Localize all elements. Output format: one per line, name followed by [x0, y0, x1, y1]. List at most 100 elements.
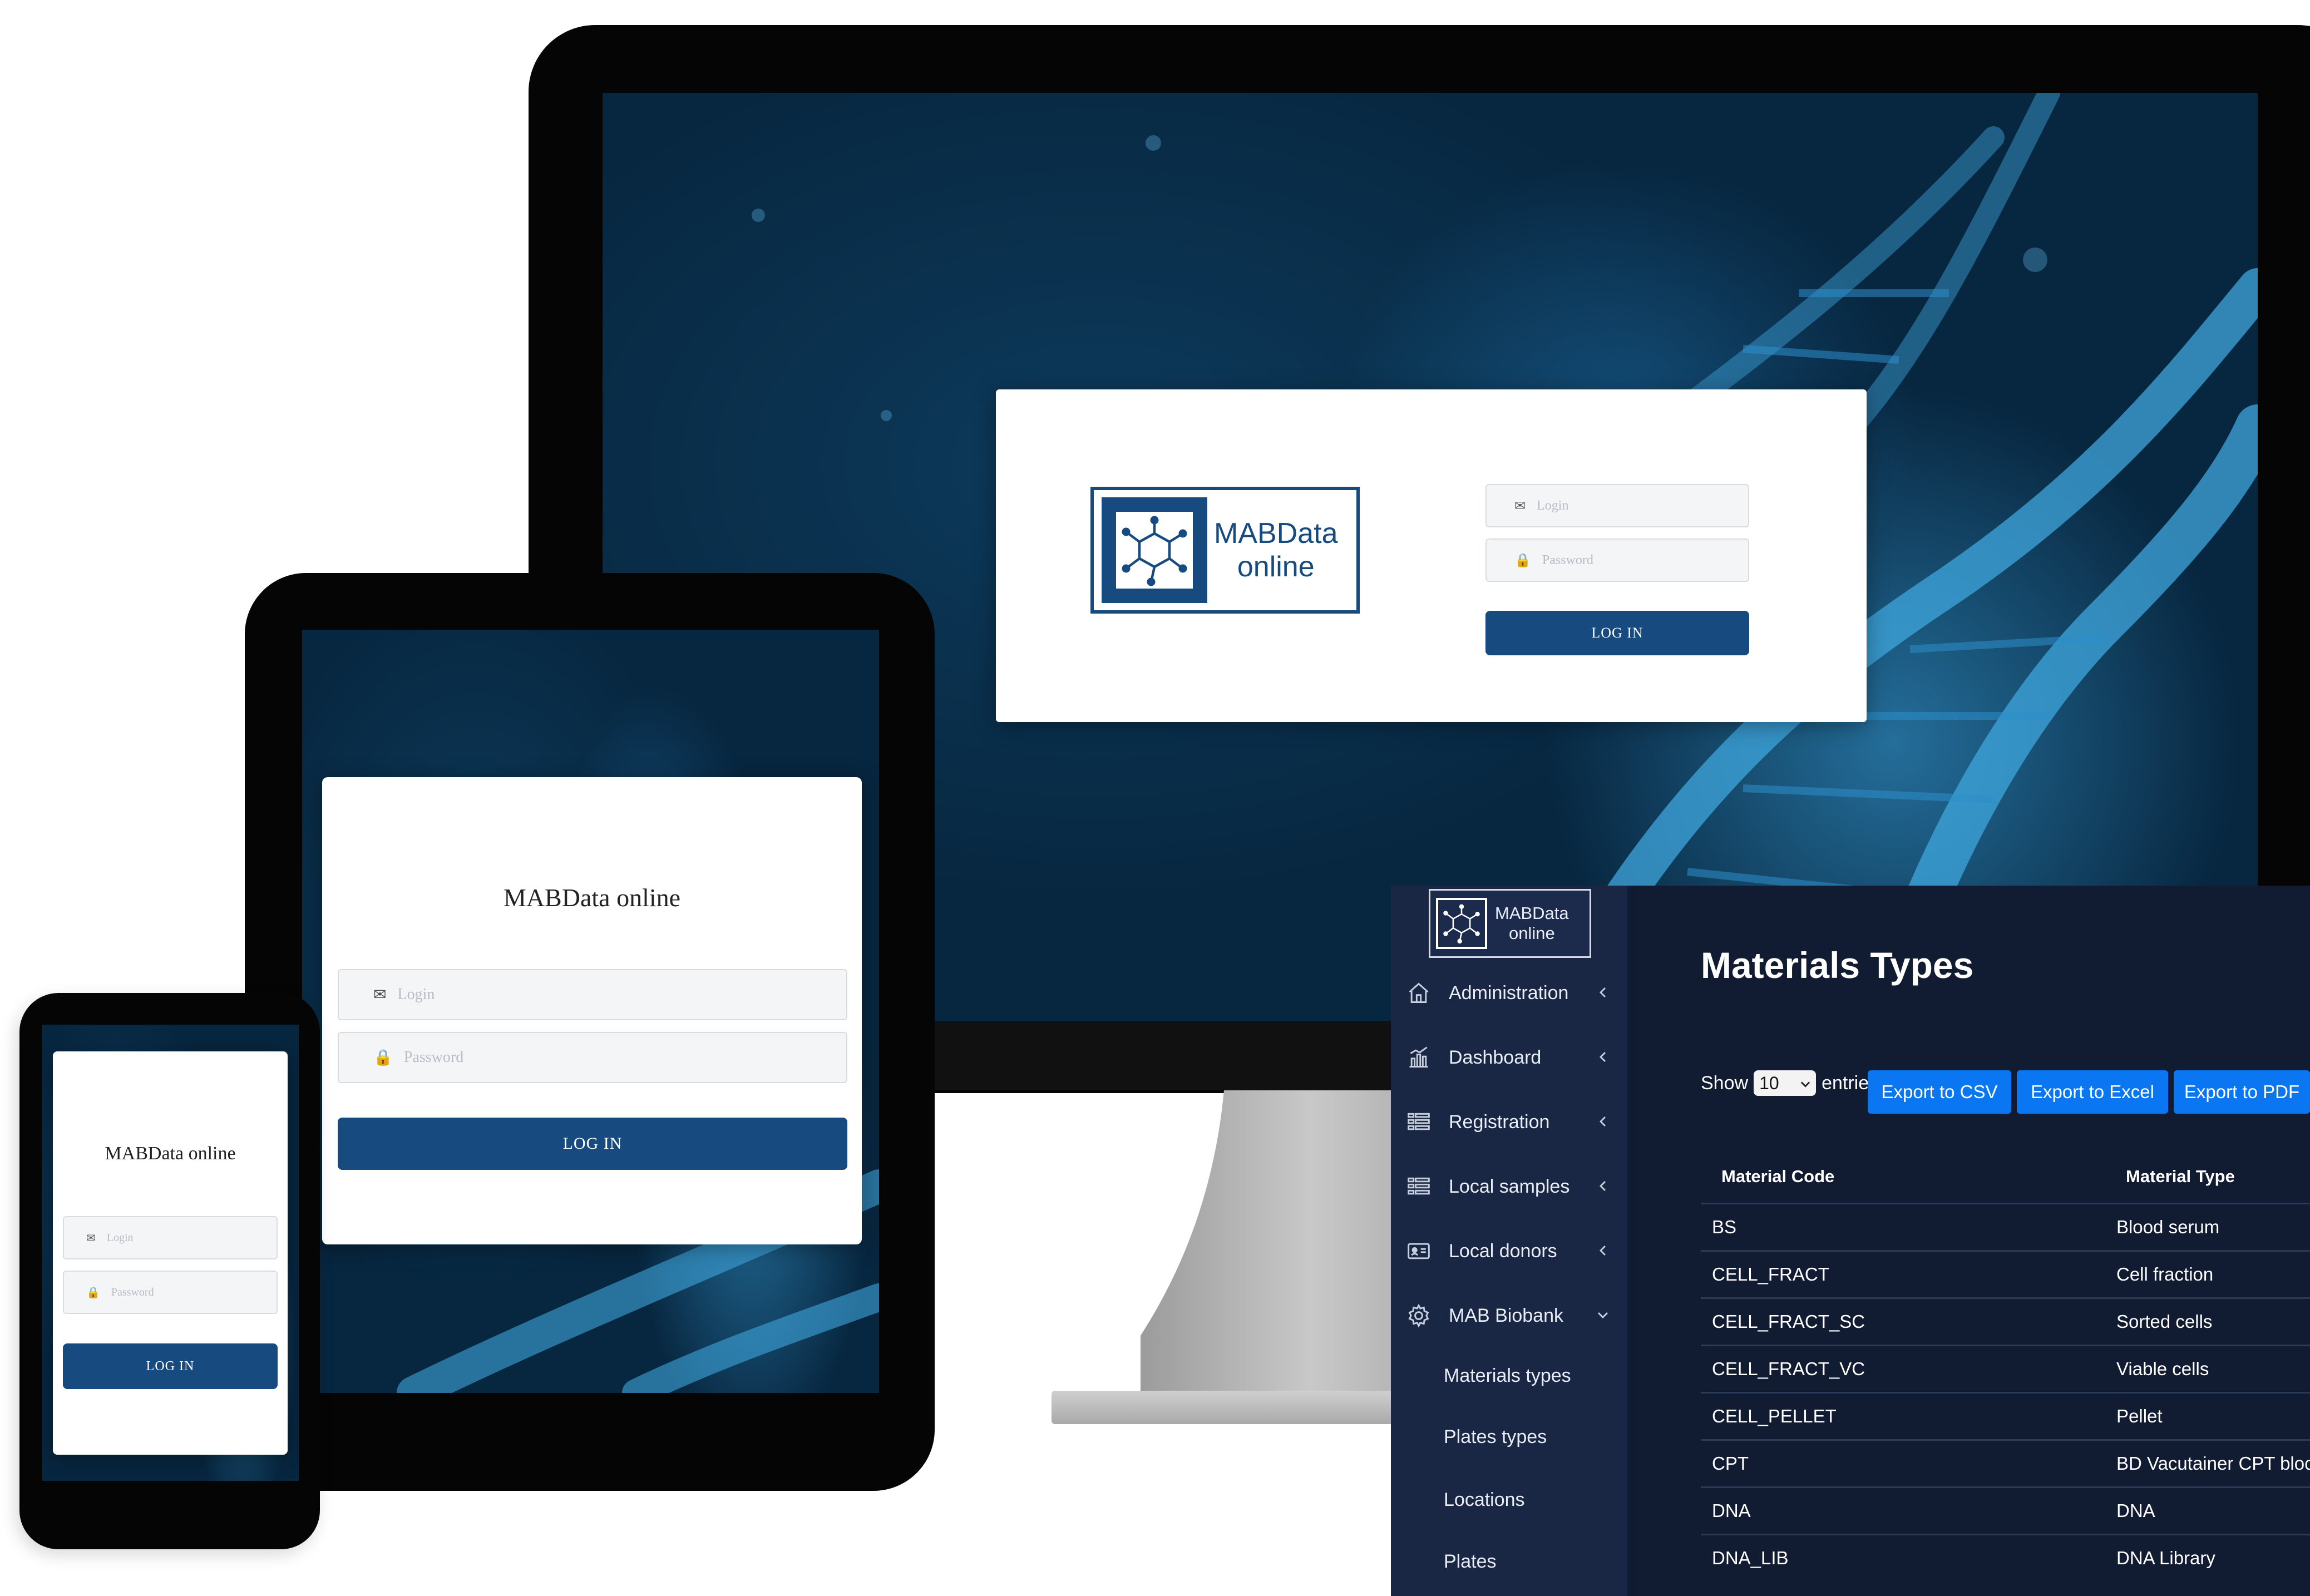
table-row[interactable]: DNA_LIB DNA Library: [1701, 1534, 2310, 1582]
tablet-password-input[interactable]: 🔒 Password: [338, 1032, 847, 1083]
cell-material-code: CELL_PELLET: [1712, 1406, 1837, 1426]
cell-material-type: Viable cells: [2116, 1358, 2209, 1379]
cell-material-type: Pellet: [2116, 1406, 2163, 1426]
cell-material-code: CELL_FRACT_VC: [1712, 1358, 1865, 1379]
envelope-icon: ✉: [86, 1232, 96, 1244]
cell-material-code: CELL_FRACT_SC: [1712, 1311, 1865, 1332]
sidebar-item-label: Administration: [1449, 982, 1569, 1004]
column-header-material-type[interactable]: Material Type: [2126, 1167, 2235, 1187]
sidebar-item-label: Registration: [1449, 1111, 1550, 1133]
chevron-down-icon: [1800, 1073, 1810, 1094]
network-icon: [1102, 497, 1207, 603]
cell-material-code: DNA: [1712, 1500, 1751, 1521]
bar-chart-icon: [1405, 1044, 1432, 1071]
network-icon: [1436, 898, 1487, 949]
entries-select-value: 10: [1759, 1073, 1779, 1093]
admin-panel: MABData online Administration Dashboard …: [1391, 886, 2310, 1596]
lock-icon: 🔒: [1514, 553, 1531, 568]
lock-icon: 🔒: [373, 1049, 393, 1066]
show-label: Show: [1701, 1072, 1749, 1094]
sidebar-item-label: MAB Biobank: [1449, 1305, 1563, 1326]
sidebar-subitem-materials-types[interactable]: Materials types: [1444, 1365, 1571, 1387]
desktop-login-input[interactable]: ✉ Login: [1485, 484, 1749, 527]
phone-login-card: MABData online ✉ Login 🔒 Password LOG IN: [53, 1051, 288, 1455]
phone-app-title: MABData online: [105, 1143, 236, 1164]
table-row[interactable]: BS Blood serum: [1701, 1203, 2310, 1251]
cell-material-code: BS: [1712, 1217, 1737, 1237]
cell-material-code: CPT: [1712, 1453, 1749, 1474]
tablet-login-card: MABData online ✉ Login 🔒 Password LOG IN: [322, 777, 862, 1244]
phone-login-button[interactable]: LOG IN: [63, 1343, 278, 1389]
envelope-icon: ✉: [1514, 498, 1526, 513]
cell-material-type: Cell fraction: [2116, 1264, 2214, 1284]
tablet-app-title: MABData online: [503, 883, 681, 912]
tablet-login-input[interactable]: ✉ Login: [338, 969, 847, 1020]
column-header-material-code[interactable]: Material Code: [1721, 1167, 1834, 1187]
cell-material-type: Blood serum: [2116, 1217, 2220, 1237]
sidebar-logo[interactable]: MABData online: [1429, 889, 1591, 958]
tablet-login-button[interactable]: LOG IN: [338, 1118, 847, 1170]
cell-material-type: Sorted cells: [2116, 1311, 2213, 1332]
id-card-icon: [1405, 1238, 1432, 1264]
sidebar-subitem-plates-types[interactable]: Plates types: [1444, 1426, 1547, 1448]
envelope-icon: ✉: [373, 986, 387, 1004]
lock-icon: 🔒: [86, 1286, 100, 1299]
sidebar-item-local-samples[interactable]: Local samples: [1391, 1162, 1627, 1212]
sidebar-item-label: Local donors: [1449, 1240, 1557, 1262]
cell-material-type: DNA Library: [2116, 1548, 2215, 1568]
sidebar-item-local-donors[interactable]: Local donors: [1391, 1226, 1627, 1276]
sidebar-logo-line1: MABData: [1495, 903, 1569, 923]
tablet-password-placeholder: Password: [403, 1049, 464, 1066]
desktop-login-button[interactable]: LOG IN: [1485, 611, 1749, 655]
table-row[interactable]: CPT BD Vacutainer CPT bloc: [1701, 1439, 2310, 1488]
phone-login-placeholder: Login: [106, 1231, 134, 1244]
export-excel-button[interactable]: Export to Excel: [2017, 1070, 2168, 1114]
export-csv-button[interactable]: Export to CSV: [1868, 1070, 2011, 1114]
chevron-left-icon: [1594, 1242, 1612, 1259]
phone-password-input[interactable]: 🔒 Password: [63, 1271, 278, 1314]
entries-length-control: Show 10 entries: [1701, 1070, 1878, 1096]
table-row[interactable]: CELL_PELLET Pellet: [1701, 1392, 2310, 1440]
sidebar-item-label: Dashboard: [1449, 1046, 1542, 1068]
sidebar: MABData online Administration Dashboard …: [1391, 886, 1627, 1596]
list-icon: [1405, 1173, 1432, 1200]
sidebar-item-dashboard[interactable]: Dashboard: [1391, 1032, 1627, 1083]
sidebar-item-mab-biobank[interactable]: MAB Biobank: [1391, 1291, 1627, 1341]
desktop-login-placeholder: Login: [1537, 498, 1569, 513]
cell-material-type: BD Vacutainer CPT bloc: [2116, 1453, 2310, 1474]
export-pdf-button[interactable]: Export to PDF: [2174, 1070, 2310, 1114]
cell-material-code: CELL_FRACT: [1712, 1264, 1829, 1284]
sidebar-subitem-locations[interactable]: Locations: [1444, 1489, 1525, 1511]
desktop-logo-line1: MABData: [1214, 517, 1338, 550]
sidebar-item-registration[interactable]: Registration: [1391, 1097, 1627, 1147]
chevron-left-icon: [1594, 984, 1612, 1001]
sidebar-item-label: Local samples: [1449, 1175, 1570, 1197]
chevron-left-icon: [1594, 1113, 1612, 1130]
table-row[interactable]: CELL_FRACT Cell fraction: [1701, 1250, 2310, 1298]
sidebar-item-administration[interactable]: Administration: [1391, 968, 1627, 1018]
cell-material-code: DNA_LIB: [1712, 1548, 1789, 1568]
tablet-screen: MABData online ✉ Login 🔒 Password LOG IN: [302, 630, 879, 1393]
cell-material-type: DNA: [2116, 1500, 2155, 1521]
table-row[interactable]: DNA DNA: [1701, 1486, 2310, 1535]
home-icon: [1405, 980, 1432, 1006]
sidebar-logo-line2: online: [1508, 923, 1555, 943]
phone-screen: MABData online ✉ Login 🔒 Password LOG IN: [42, 1025, 299, 1481]
gear-icon: [1405, 1302, 1432, 1329]
table-row[interactable]: CELL_FRACT_SC Sorted cells: [1701, 1297, 2310, 1346]
list-icon: [1405, 1109, 1432, 1135]
desktop-password-placeholder: Password: [1542, 552, 1593, 567]
entries-select[interactable]: 10: [1754, 1070, 1817, 1096]
desktop-login-card: MABData online ✉ Login 🔒 Password LOG IN: [996, 389, 1867, 722]
chevron-left-icon: [1594, 1048, 1612, 1066]
desktop-app-logo: MABData online: [1090, 487, 1360, 614]
table-row[interactable]: CELL_FRACT_VC Viable cells: [1701, 1345, 2310, 1393]
phone-password-placeholder: Password: [111, 1286, 154, 1298]
chevron-down-icon: [1594, 1306, 1612, 1324]
phone-login-input[interactable]: ✉ Login: [63, 1216, 278, 1259]
page-title: Materials Types: [1701, 945, 1974, 986]
desktop-logo-line2: online: [1237, 551, 1315, 583]
sidebar-subitem-plates[interactable]: Plates: [1444, 1551, 1497, 1573]
chevron-left-icon: [1594, 1177, 1612, 1195]
desktop-password-input[interactable]: 🔒 Password: [1485, 538, 1749, 582]
